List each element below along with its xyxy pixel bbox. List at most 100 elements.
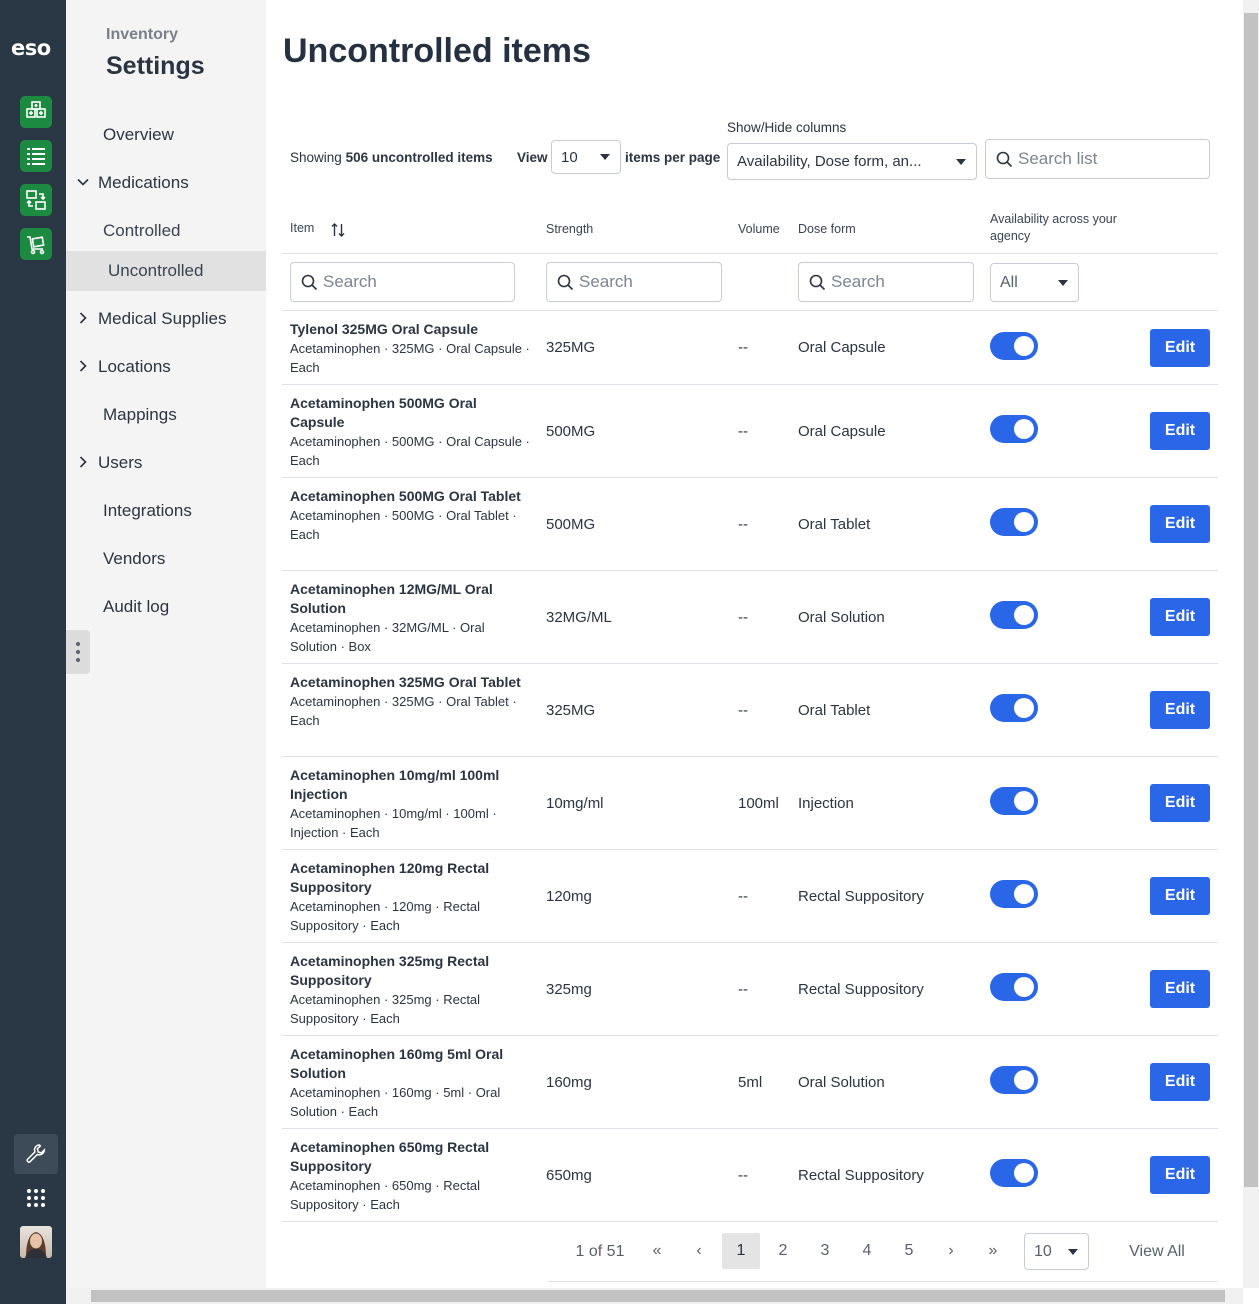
page-button[interactable]: 3 — [806, 1233, 844, 1269]
availability-toggle[interactable] — [990, 508, 1038, 536]
prev-page-button[interactable]: ‹ — [680, 1233, 718, 1269]
item-cell: Acetaminophen 650mg Rectal Suppository Ac… — [290, 1138, 530, 1214]
table-row: Acetaminophen 325mg Rectal Suppository Ac… — [282, 943, 1218, 1035]
last-page-button[interactable]: » — [974, 1233, 1012, 1269]
sidebar-item-integrations[interactable]: Integrations — [66, 491, 266, 531]
search-icon — [557, 274, 574, 291]
strength-cell: 32MG/ML — [546, 609, 612, 626]
column-header-availability[interactable]: Availability across your agency — [990, 211, 1140, 245]
table-row: Acetaminophen 650mg Rectal Suppository Ac… — [282, 1129, 1218, 1221]
edit-button[interactable]: Edit — [1150, 691, 1210, 729]
item-name: Acetaminophen 160mg 5ml Oral Solution — [290, 1046, 504, 1081]
sidebar-item-audit-log[interactable]: Audit log — [66, 587, 266, 627]
user-avatar[interactable] — [20, 1226, 52, 1258]
item-name: Tylenol 325MG Oral Capsule — [290, 321, 479, 337]
sidebar-item-label: Controlled — [103, 221, 181, 240]
next-page-button[interactable]: › — [932, 1233, 970, 1269]
column-header-dose-form[interactable]: Dose form — [798, 221, 856, 238]
sidebar-item-medications[interactable]: Medications — [66, 163, 266, 203]
availability-toggle[interactable] — [990, 1066, 1038, 1094]
sidebar-resize-handle[interactable] — [66, 630, 90, 674]
inventory-grid-icon[interactable] — [20, 96, 52, 128]
edit-button[interactable]: Edit — [1150, 1156, 1210, 1194]
item-filter-input[interactable]: Search — [290, 262, 515, 302]
page-button[interactable]: 4 — [848, 1233, 886, 1269]
first-page-button[interactable]: « — [638, 1233, 676, 1269]
toggle-knob — [1014, 791, 1034, 811]
page-button[interactable]: 5 — [890, 1233, 928, 1269]
sidebar-item-medical-supplies[interactable]: Medical Supplies — [66, 299, 266, 339]
sidebar-item-controlled[interactable]: Controlled — [66, 211, 266, 251]
dose-form-cell: Oral Solution — [798, 609, 885, 626]
edit-button[interactable]: Edit — [1150, 877, 1210, 915]
availability-toggle[interactable] — [990, 880, 1038, 908]
availability-toggle[interactable] — [990, 332, 1038, 360]
item-name: Acetaminophen 650mg Rectal Suppository — [290, 1139, 490, 1174]
settings-sidebar: Inventory Settings Overview Medications … — [66, 0, 266, 1288]
item-cell: Acetaminophen 325MG Oral Tablet Acetamino… — [290, 673, 530, 730]
availability-toggle[interactable] — [990, 601, 1038, 629]
sidebar-item-vendors[interactable]: Vendors — [66, 539, 266, 579]
horizontal-scroll-thumb[interactable] — [91, 1290, 1225, 1302]
edit-button[interactable]: Edit — [1150, 1063, 1210, 1101]
view-all-link[interactable]: View All — [1121, 1233, 1193, 1271]
search-icon — [996, 151, 1013, 168]
toggle-knob — [1014, 605, 1034, 625]
availability-toggle[interactable] — [990, 415, 1038, 443]
per-page-select[interactable]: 10 — [551, 140, 621, 174]
volume-cell: -- — [738, 339, 748, 356]
pagination-summary: 1 of 51 — [575, 1243, 625, 1260]
availability-filter-select[interactable]: All — [990, 263, 1079, 302]
sidebar-item-label: Medications — [98, 173, 189, 192]
volume-cell: 5ml — [738, 1074, 763, 1091]
edit-button[interactable]: Edit — [1150, 505, 1210, 543]
column-header-volume[interactable]: Volume — [738, 221, 780, 238]
edit-button[interactable]: Edit — [1150, 970, 1210, 1008]
strength-filter-input[interactable]: Search — [546, 262, 722, 302]
volume-cell: -- — [738, 888, 748, 905]
page-size-select[interactable]: 10 — [1024, 1233, 1089, 1270]
volume-cell: -- — [738, 1167, 748, 1184]
vertical-scroll-thumb[interactable] — [1244, 13, 1258, 1187]
edit-button[interactable]: Edit — [1150, 784, 1210, 822]
item-cell: Acetaminophen 500MG Oral Tablet Acetamino… — [290, 487, 530, 544]
table-row: Acetaminophen 325MG Oral Tablet Acetamino… — [282, 664, 1218, 756]
columns-select[interactable]: Availability, Dose form, an... — [727, 143, 977, 180]
sidebar-item-users[interactable]: Users — [66, 443, 266, 483]
edit-button[interactable]: Edit — [1150, 412, 1210, 450]
availability-filter-value: All — [1000, 273, 1018, 291]
sidebar-item-label: Users — [98, 453, 143, 472]
volume-cell: -- — [738, 609, 748, 626]
availability-toggle[interactable] — [990, 973, 1038, 1001]
item-description: Acetaminophen · 650mg · Rectal Supposito… — [290, 1178, 481, 1212]
cart-icon[interactable] — [20, 228, 52, 260]
item-description: Acetaminophen · 10mg/ml · 100ml · Inject… — [290, 806, 497, 840]
availability-toggle[interactable] — [990, 1159, 1038, 1187]
volume-cell: -- — [738, 702, 748, 719]
edit-button[interactable]: Edit — [1150, 329, 1210, 367]
sidebar-item-mappings[interactable]: Mappings — [66, 395, 266, 435]
availability-toggle[interactable] — [990, 787, 1038, 815]
per-page-suffix: items per page — [625, 150, 721, 165]
sidebar-item-overview[interactable]: Overview — [66, 115, 266, 155]
dose-form-filter-input[interactable]: Search — [798, 262, 974, 302]
sidebar-item-uncontrolled[interactable]: Uncontrolled — [66, 251, 266, 291]
page-button[interactable]: 1 — [722, 1233, 760, 1269]
column-header-strength[interactable]: Strength — [546, 221, 593, 238]
dose-form-cell: Oral Capsule — [798, 339, 886, 356]
availability-toggle[interactable] — [990, 694, 1038, 722]
list-icon[interactable] — [20, 140, 52, 172]
sidebar-item-locations[interactable]: Locations — [66, 347, 266, 387]
apps-grid-icon[interactable] — [14, 1178, 58, 1218]
dose-form-cell: Oral Tablet — [798, 702, 871, 719]
transfer-icon[interactable] — [20, 184, 52, 216]
item-description: Acetaminophen · 325MG · Oral Tablet · Ea… — [290, 694, 517, 728]
sort-icon[interactable] — [330, 222, 346, 238]
page-button[interactable]: 2 — [764, 1233, 802, 1269]
item-name: Acetaminophen 500MG Oral Tablet — [290, 488, 521, 504]
search-list-input[interactable]: Search list — [985, 139, 1210, 179]
edit-button[interactable]: Edit — [1150, 598, 1210, 636]
sidebar-item-label: Locations — [98, 357, 171, 376]
wrench-icon[interactable] — [14, 1134, 58, 1174]
column-header-item[interactable]: Item — [290, 220, 314, 237]
